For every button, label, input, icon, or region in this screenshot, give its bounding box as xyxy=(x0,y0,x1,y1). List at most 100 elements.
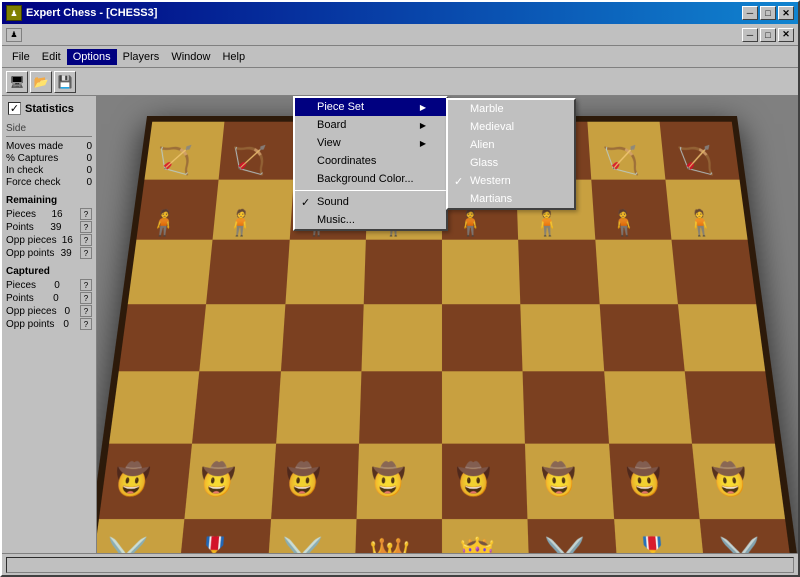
board-cell[interactable] xyxy=(128,240,213,304)
menu-western[interactable]: ✓ Western xyxy=(448,172,574,190)
app-icon: ♟ xyxy=(6,5,22,21)
board-cell[interactable] xyxy=(276,371,362,443)
cap-pieces: Pieces 0 ? xyxy=(6,279,92,291)
board-cell[interactable] xyxy=(525,443,613,519)
board-cell[interactable] xyxy=(665,179,747,240)
board-cell[interactable] xyxy=(359,371,442,443)
toolbar-new[interactable]: 🖥 xyxy=(6,71,28,93)
maximize-button[interactable]: □ xyxy=(760,6,776,20)
board-cell[interactable] xyxy=(608,443,699,519)
stat-moves-made: Moves made 0 xyxy=(6,141,92,152)
board-area: 🏹 🏹 🏹 🏹 🏹 🏹 🏹 🏹 🧍 🧍 🧍 🧍 🧍 🧍 🧍 🧍 ⚔️ xyxy=(97,96,798,553)
stat-points: Points 39 ? xyxy=(6,221,92,233)
board-cell[interactable] xyxy=(136,179,218,240)
board-cell[interactable] xyxy=(521,304,604,372)
board-cell[interactable] xyxy=(99,443,192,519)
mdi-left: ♟ xyxy=(6,28,22,42)
menu-sound[interactable]: ✓ Sound xyxy=(295,193,446,211)
points-help[interactable]: ? xyxy=(80,221,92,233)
board-cell[interactable] xyxy=(604,371,692,443)
menu-help[interactable]: Help xyxy=(216,49,251,65)
stats-checkbox[interactable]: ✓ xyxy=(8,102,21,115)
board-cell[interactable] xyxy=(442,304,523,372)
board-cell[interactable] xyxy=(442,240,521,304)
menu-bg-color[interactable]: Background Color... xyxy=(295,170,446,188)
sidebar: ✓ Statistics Side Moves made 0 % Capture… xyxy=(2,96,97,553)
board-cell[interactable] xyxy=(442,519,530,553)
menu-window[interactable]: Window xyxy=(165,49,216,65)
cap-pieces-help[interactable]: ? xyxy=(80,279,92,291)
board-cell[interactable] xyxy=(97,519,185,553)
board-cell[interactable] xyxy=(595,240,678,304)
board-cell[interactable] xyxy=(206,240,289,304)
cap-opp-points-help[interactable]: ? xyxy=(80,318,92,330)
cap-points-help[interactable]: ? xyxy=(80,292,92,304)
menu-glass[interactable]: Glass xyxy=(448,154,574,172)
board-cell[interactable] xyxy=(614,519,708,553)
board-cell[interactable] xyxy=(192,371,280,443)
board-cell[interactable] xyxy=(518,240,599,304)
board-cell[interactable] xyxy=(699,519,796,553)
menu-music[interactable]: Music... xyxy=(295,211,446,229)
mdi-maximize[interactable]: □ xyxy=(760,28,776,42)
stats-title: Statistics xyxy=(25,103,74,115)
board-cell[interactable] xyxy=(109,371,199,443)
menu-edit[interactable]: Edit xyxy=(36,49,67,65)
board-cell[interactable] xyxy=(177,519,271,553)
board-cell[interactable] xyxy=(270,443,358,519)
board-cell[interactable] xyxy=(354,519,442,553)
menu-options[interactable]: Options xyxy=(67,49,117,65)
menu-coordinates[interactable]: Coordinates xyxy=(295,152,446,170)
menu-piece-set[interactable]: Piece Set ▶ Marble Medieval Alien xyxy=(295,98,446,116)
board-cell[interactable] xyxy=(145,122,225,179)
board-cell[interactable] xyxy=(219,122,297,179)
cap-opp-pieces: Opp pieces 0 ? xyxy=(6,305,92,317)
opp-pieces-help[interactable]: ? xyxy=(80,234,92,246)
cap-opp-pieces-help[interactable]: ? xyxy=(80,305,92,317)
mdi-close[interactable]: ✕ xyxy=(778,28,794,42)
board-cell[interactable] xyxy=(591,179,671,240)
board-cell[interactable] xyxy=(280,304,363,372)
menu-divider xyxy=(295,190,446,191)
toolbar-save[interactable]: 💾 xyxy=(54,71,76,93)
menu-players[interactable]: Players xyxy=(117,49,166,65)
board-cell[interactable] xyxy=(684,371,774,443)
board-cell[interactable] xyxy=(213,179,293,240)
board-cell[interactable] xyxy=(587,122,665,179)
pieces-help[interactable]: ? xyxy=(80,208,92,220)
menu-martians[interactable]: Martians xyxy=(448,190,574,208)
board-cell[interactable] xyxy=(678,304,766,372)
board-cell[interactable] xyxy=(265,519,356,553)
arrow-icon-board: ▶ xyxy=(420,121,426,130)
board-cell[interactable] xyxy=(285,240,366,304)
menu-file[interactable]: File xyxy=(6,49,36,65)
menu-alien[interactable]: Alien xyxy=(448,136,574,154)
toolbar-open[interactable]: 📂 xyxy=(30,71,52,93)
board-cell[interactable] xyxy=(119,304,207,372)
board-cell[interactable] xyxy=(599,304,684,372)
board-cell[interactable] xyxy=(442,371,525,443)
board-cell[interactable] xyxy=(185,443,276,519)
main-window: ♟ Expert Chess - [CHESS3] ─ □ ✕ ♟ ─ □ ✕ … xyxy=(0,0,800,577)
board-cell[interactable] xyxy=(659,122,739,179)
board-cell[interactable] xyxy=(671,240,756,304)
opp-points-help[interactable]: ? xyxy=(80,247,92,259)
menu-view[interactable]: View ▶ xyxy=(295,134,446,152)
board-cell[interactable] xyxy=(356,443,442,519)
board-cell[interactable] xyxy=(528,519,619,553)
remaining-title: Remaining xyxy=(6,195,92,206)
menu-medieval[interactable]: Medieval xyxy=(448,118,574,136)
menu-marble[interactable]: Marble xyxy=(448,100,574,118)
board-cell[interactable] xyxy=(361,304,442,372)
board-cell[interactable] xyxy=(200,304,285,372)
close-button[interactable]: ✕ xyxy=(778,6,794,20)
board-cell[interactable] xyxy=(523,371,609,443)
mdi-minimize[interactable]: ─ xyxy=(742,28,758,42)
board-cell[interactable] xyxy=(692,443,785,519)
menu-board[interactable]: Board ▶ xyxy=(295,116,446,134)
board-cell[interactable] xyxy=(442,443,528,519)
board-cell[interactable] xyxy=(363,240,442,304)
stats-header: ✓ Statistics xyxy=(6,100,92,117)
minimize-button[interactable]: ─ xyxy=(742,6,758,20)
options-dropdown: Piece Set ▶ Marble Medieval Alien xyxy=(293,96,448,231)
